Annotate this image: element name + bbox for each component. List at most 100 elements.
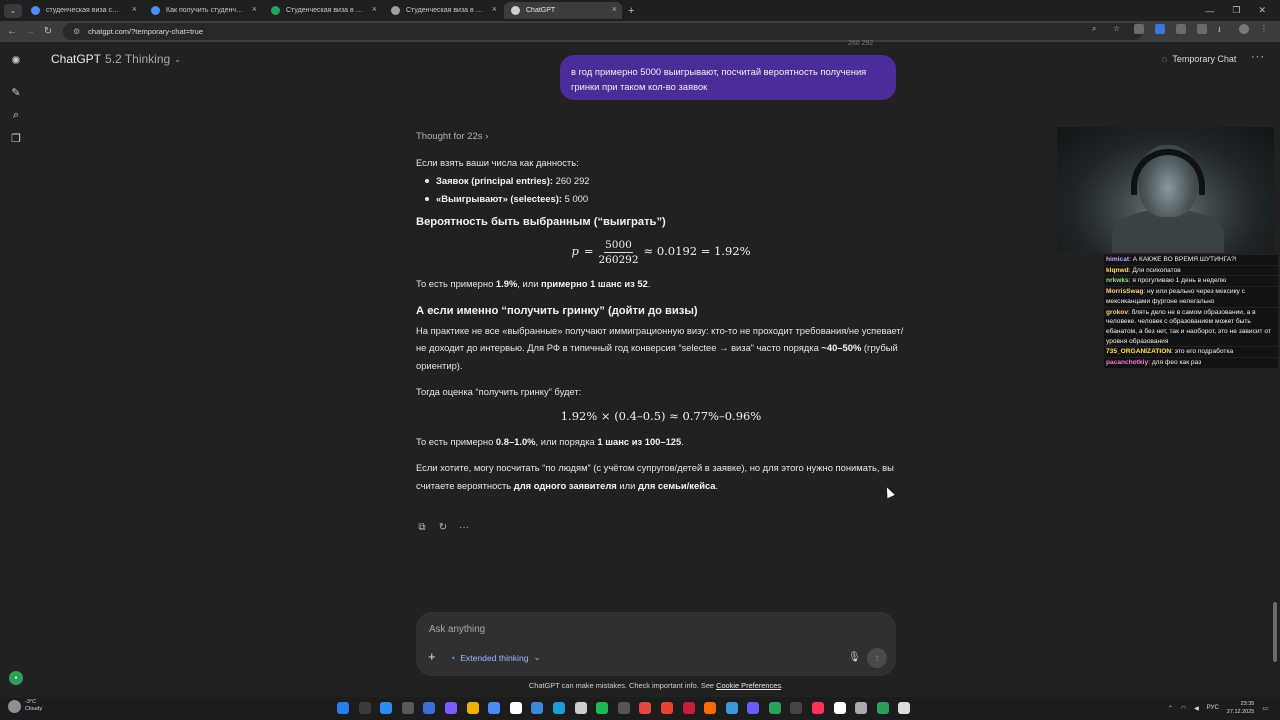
chevron-up-icon[interactable]: ⌃: [1168, 705, 1173, 712]
cloud-icon: [8, 699, 21, 713]
start-button-icon[interactable]: [337, 702, 349, 714]
taskbar-app-icon[interactable]: [876, 702, 889, 714]
search-icon[interactable]: ⌕: [10, 109, 22, 121]
scrollbar[interactable]: [1273, 602, 1277, 662]
language-indicator[interactable]: РУС: [1207, 705, 1219, 711]
browser-tab-chatgpt[interactable]: ChatGPT ×: [504, 2, 622, 19]
more-actions-icon[interactable]: ···: [459, 522, 469, 533]
browser-toolbar: ← → ↻ ⚙ chatgpt.com/?temporary-chat=true…: [0, 21, 1280, 42]
forward-icon[interactable]: →: [21, 26, 39, 37]
new-chat-icon[interactable]: ✎: [10, 86, 22, 99]
taskbar-app-icon[interactable]: [725, 702, 738, 714]
notifications-icon[interactable]: ▭: [1262, 705, 1268, 712]
stream-chat: himicat: А КАКЖЕ ВО ВРЕМЯ ШУТИНГА?! klqn…: [1104, 255, 1278, 369]
thought-toggle[interactable]: Thought for 22s ›: [416, 128, 906, 146]
taskbar-app-icon[interactable]: [898, 702, 911, 714]
site-info-icon[interactable]: ⚙: [73, 27, 80, 36]
library-icon[interactable]: ❐: [10, 132, 22, 145]
chat-message: nrkwks: я прогуливаю 1 день в неделю: [1104, 276, 1278, 287]
extension-icon[interactable]: [1134, 24, 1144, 34]
model-selector[interactable]: ChatGPT 5.2 Thinking ⌄: [51, 52, 181, 66]
close-icon[interactable]: ×: [252, 4, 257, 14]
webcam-overlay: [1057, 127, 1274, 253]
address-bar[interactable]: ⚙ chatgpt.com/?temporary-chat=true: [63, 23, 1143, 40]
paragraph-4: То есть примерно 0.8–1.0%, или порядка 1…: [416, 435, 684, 447]
zoom-icon[interactable]: ⌕: [1092, 24, 1102, 34]
chat-message: MorrisSwag: ну или реально через мексику…: [1104, 287, 1278, 307]
browser-menu-icon[interactable]: ⋮: [1260, 24, 1270, 34]
volume-icon[interactable]: ◀: [1194, 705, 1199, 712]
download-icon[interactable]: ⭳: [1218, 24, 1228, 34]
prompt-input[interactable]: Ask anything: [429, 624, 485, 635]
add-attachment-icon[interactable]: +: [428, 649, 436, 664]
taskbar-app-icon[interactable]: [531, 702, 544, 714]
browser-tab-2[interactable]: Как получить студенческую ви×: [144, 2, 262, 19]
regenerate-icon[interactable]: ↻: [438, 522, 448, 533]
bookmark-star-icon[interactable]: ☆: [1113, 24, 1123, 34]
taskbar-app-icon[interactable]: [833, 702, 846, 714]
system-tray: ⌃ ◠ ◀ РУС 23:35 27.12.2025 ▭: [1168, 700, 1268, 716]
new-tab-button[interactable]: +: [628, 5, 634, 17]
close-icon[interactable]: ×: [492, 4, 497, 14]
chat-message: himicat: А КАКЖЕ ВО ВРЕМЯ ШУТИНГА?!: [1104, 255, 1278, 265]
taskbar-app-icon[interactable]: [423, 702, 436, 714]
extended-thinking-button[interactable]: ◔ Extended thinking ⌄: [450, 652, 541, 663]
chevron-down-icon: ⌄: [174, 54, 181, 64]
back-icon[interactable]: ←: [3, 26, 21, 37]
browser-tab-3[interactable]: Студенческая виза в США - кто×: [264, 2, 382, 19]
taskbar-app-icon[interactable]: [704, 702, 717, 714]
taskbar-app-icon[interactable]: [660, 702, 673, 714]
profile-avatar[interactable]: [1239, 24, 1249, 34]
close-icon[interactable]: ×: [372, 4, 377, 14]
taskbar: -3°C Cloudy ⌃ ◠ ◀ РУС 23:35 27.12.2025 ▭: [0, 697, 1280, 720]
taskbar-app-icon[interactable]: [401, 702, 414, 714]
close-window-icon[interactable]: ✕: [1258, 5, 1266, 16]
taskbar-app-icon[interactable]: [768, 702, 781, 714]
browser-tab-4[interactable]: Студенческая виза в США: сп×: [384, 2, 502, 19]
taskbar-app-icon[interactable]: [358, 702, 371, 714]
wifi-icon[interactable]: ◠: [1181, 705, 1186, 712]
assistant-message: Thought for 22s › Если взять ваши числа …: [416, 128, 906, 494]
send-button[interactable]: ↑: [867, 648, 887, 668]
taskbar-app-icon[interactable]: [574, 702, 587, 714]
composer: Ask anything + ◔ Extended thinking ⌄ 🎙 ↑: [416, 612, 896, 676]
tab-search-button[interactable]: ⌄: [4, 3, 22, 18]
taskbar-app-icon[interactable]: [444, 702, 457, 714]
browser-tab-1[interactable]: студенческая виза сша учитыв×: [24, 2, 142, 19]
microphone-icon[interactable]: 🎙: [848, 652, 861, 663]
taskbar-app-icon[interactable]: [488, 702, 501, 714]
close-icon[interactable]: ×: [132, 4, 137, 14]
chevron-right-icon: ›: [485, 131, 489, 142]
taskbar-app-icon[interactable]: [682, 702, 695, 714]
copy-icon[interactable]: ⧉: [417, 522, 427, 533]
temporary-chat-button[interactable]: ◌ Temporary Chat: [1162, 54, 1236, 64]
taskbar-app-icon[interactable]: [617, 702, 630, 714]
close-icon[interactable]: ×: [612, 4, 617, 14]
taskbar-app-icon[interactable]: [855, 702, 868, 714]
taskbar-app-icon[interactable]: [509, 702, 522, 714]
maximize-icon[interactable]: ❐: [1232, 5, 1240, 16]
weather-widget[interactable]: -3°C Cloudy: [8, 699, 42, 713]
taskbar-app-icon[interactable]: [466, 702, 479, 714]
taskbar-app-icon[interactable]: [747, 702, 760, 714]
tab-favicon-icon: [271, 6, 280, 15]
extension-icon[interactable]: [1197, 24, 1207, 34]
openai-logo-icon[interactable]: ✺: [10, 54, 22, 67]
reload-icon[interactable]: ↻: [39, 26, 57, 37]
taskbar-app-icon[interactable]: [380, 702, 393, 714]
more-options-icon[interactable]: ···: [1251, 51, 1265, 63]
taskbar-app-icon[interactable]: [552, 702, 565, 714]
taskbar-apps: [337, 702, 911, 714]
clock[interactable]: 23:35 27.12.2025: [1227, 700, 1255, 716]
taskbar-app-icon[interactable]: [790, 702, 803, 714]
chat-message: klqnwd: Для психопатов: [1104, 265, 1278, 276]
taskbar-app-icon[interactable]: [812, 702, 825, 714]
extension-icon[interactable]: [1176, 24, 1186, 34]
taskbar-app-icon[interactable]: [596, 702, 609, 714]
extension-icon[interactable]: [1155, 24, 1165, 34]
paragraph-5: Если хотите, могу посчитать “по людям” (…: [416, 462, 894, 491]
minimize-icon[interactable]: —: [1205, 6, 1214, 16]
cookie-preferences-link[interactable]: Cookie Preferences: [716, 681, 781, 690]
taskbar-app-icon[interactable]: [639, 702, 652, 714]
previous-message-meta: 260 292: [848, 40, 874, 47]
